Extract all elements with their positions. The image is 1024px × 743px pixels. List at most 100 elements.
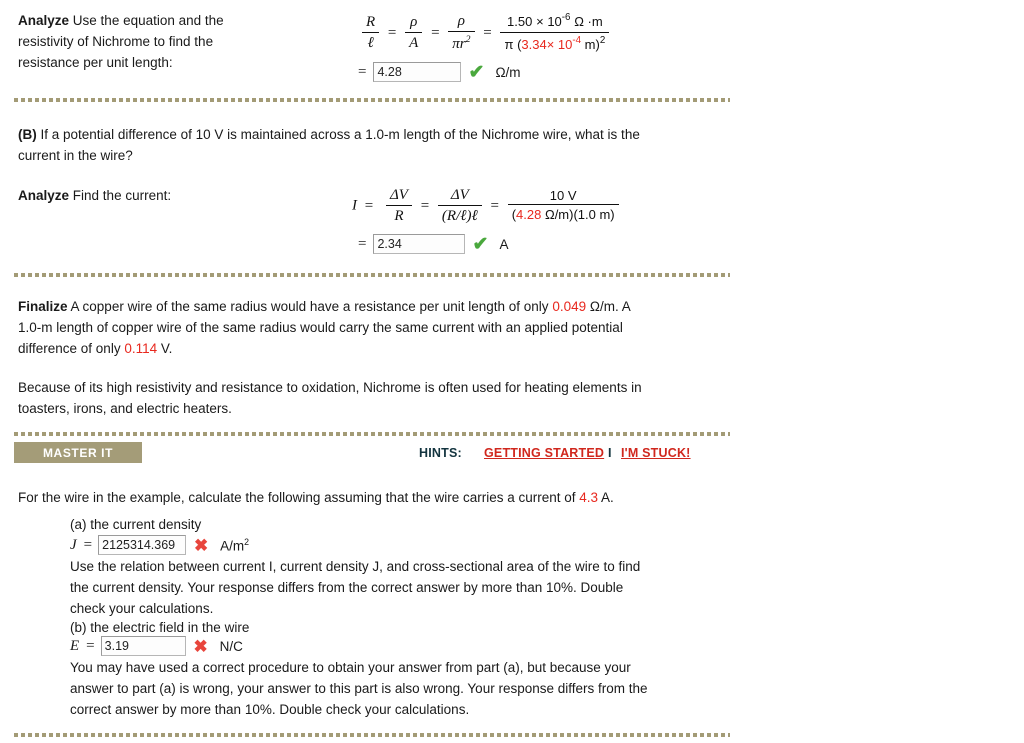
equals-sign-3: = bbox=[483, 24, 492, 41]
rhs-denominator-exponent: -4 bbox=[572, 35, 582, 46]
feedback-b-line1: You may have used a correct procedure to… bbox=[70, 660, 631, 675]
finalize-line3-b: V. bbox=[157, 341, 173, 356]
fraction-numeric-result: 1.50 × 10-6 Ω ·m π (3.34× 10-4 m)2 bbox=[500, 12, 610, 54]
master-part-a-answer-row: J = ✖ A/m2 bbox=[70, 535, 249, 555]
part-b-answer-equals: = bbox=[358, 235, 367, 252]
part-b-question-line1: If a potential difference of 10 V is mai… bbox=[40, 127, 640, 142]
part-b-answer-input[interactable] bbox=[373, 234, 466, 254]
master-part-a-feedback: Use the relation between current I, curr… bbox=[70, 556, 730, 619]
master-it-label: MASTER IT bbox=[42, 445, 114, 460]
rhs-denominator-radius-value: 3.34 bbox=[521, 37, 547, 52]
finalize-label: Finalize bbox=[18, 299, 68, 314]
fraction-rho-over-A: ρ A bbox=[405, 14, 423, 52]
numerator-rho-2: ρ bbox=[448, 13, 475, 32]
denominator-Rl-l: (R/ℓ)ℓ bbox=[441, 208, 478, 224]
finalize-line2: 1.0-m length of copper wire of the same … bbox=[18, 320, 623, 335]
current-density-variable: J bbox=[70, 536, 77, 553]
rhs-numerator-exponent: -6 bbox=[561, 12, 571, 23]
part-a-analyze-label: Analyze bbox=[18, 13, 70, 28]
finalize-line1-a: A copper wire of the same radius would h… bbox=[70, 299, 553, 314]
numerator-deltaV: ΔV bbox=[385, 187, 412, 206]
master-it-prompt: For the wire in the example, calculate t… bbox=[18, 487, 730, 508]
hints-label: HINTS: bbox=[419, 446, 462, 460]
electric-field-variable: E bbox=[70, 637, 80, 654]
equals-sign-b1: = bbox=[364, 197, 374, 214]
equals-sign-b2: = bbox=[420, 197, 430, 214]
finalize-paragraph: Finalize A copper wire of the same radiu… bbox=[18, 296, 730, 359]
current-density-unit: A/m2 bbox=[220, 537, 249, 554]
fraction-rho-over-pi-r2: ρ πr2 bbox=[448, 13, 475, 53]
correct-check-icon-b: ✔ bbox=[472, 233, 489, 255]
master-it-prompt-b: A. bbox=[598, 490, 614, 505]
incorrect-x-icon-a: ✖ bbox=[194, 535, 209, 555]
part-b-question: (B) If a potential difference of 10 V is… bbox=[18, 124, 730, 166]
current-density-input[interactable] bbox=[98, 535, 187, 555]
numerator-deltaV-2: ΔV bbox=[437, 187, 482, 206]
finalize-para2-line2: toasters, irons, and electric heaters. bbox=[18, 401, 232, 416]
denominator-R: R bbox=[394, 208, 404, 224]
part-a-answer-input[interactable] bbox=[373, 62, 462, 82]
master-it-prompt-a: For the wire in the example, calculate t… bbox=[18, 490, 580, 505]
rhs-numerator-voltage: 10 V bbox=[507, 188, 619, 205]
feedback-a-line3: check your calculations. bbox=[70, 601, 214, 616]
hints-separator: I bbox=[608, 446, 612, 460]
rhs-numerator-mantissa: 1.50 bbox=[507, 14, 533, 29]
master-part-b-equals: = bbox=[86, 637, 95, 654]
denominator-exponent: 2 bbox=[465, 34, 471, 45]
fraction-numeric-current: 10 V (4.28 Ω/m)(1.0 m) bbox=[507, 188, 619, 224]
part-b-answer-unit: A bbox=[499, 236, 509, 252]
given-current-value: 4.3 bbox=[579, 490, 599, 505]
part-b-analyze-label: Analyze bbox=[18, 188, 70, 203]
electric-field-unit: N/C bbox=[219, 638, 243, 654]
electric-field-input[interactable] bbox=[100, 636, 186, 656]
equals-sign-1: = bbox=[387, 24, 397, 41]
rhs-denominator-pi: π ( bbox=[504, 37, 522, 52]
getting-started-link[interactable]: GETTING STARTED bbox=[484, 446, 604, 460]
part-a-analyze-line3: resistance per unit length: bbox=[18, 55, 173, 70]
divider-1 bbox=[14, 98, 730, 102]
numerator-rho: ρ bbox=[405, 14, 423, 33]
part-b-answer-row: = ✔ A bbox=[358, 234, 508, 254]
rhs-numerator-times: × 10 bbox=[536, 14, 562, 29]
finalize-line3-a: difference of only bbox=[18, 341, 125, 356]
fraction-deltaV-over-Rl-l: ΔV (R/ℓ)ℓ bbox=[437, 187, 482, 225]
denominator-A: A bbox=[409, 35, 419, 51]
part-b-question-line2: current in the wire? bbox=[18, 148, 133, 163]
rhs-denominator-tail: m) bbox=[581, 37, 600, 52]
equals-sign-b3: = bbox=[490, 197, 499, 214]
copper-resistance-value: 0.049 bbox=[552, 299, 587, 314]
part-a-answer-equals: = bbox=[358, 63, 367, 80]
part-a-answer-unit: Ω/m bbox=[495, 64, 521, 80]
equals-sign-2: = bbox=[431, 24, 440, 41]
finalize-line1-b: Ω/m. A bbox=[586, 299, 631, 314]
master-part-a-equals: = bbox=[83, 536, 93, 553]
current-density-unit-text: A/m bbox=[220, 538, 245, 554]
feedback-a-line1: Use the relation between current I, curr… bbox=[70, 559, 641, 574]
feedback-b-line2: answer to part (a) is wrong, your answer… bbox=[70, 681, 648, 696]
part-b-label: (B) bbox=[18, 127, 37, 142]
correct-check-icon: ✔ bbox=[468, 61, 485, 83]
part-a-answer-row: = ✔ Ω/m bbox=[358, 62, 521, 82]
master-part-b-answer-row: E = ✖ N/C bbox=[70, 636, 243, 656]
denominator-pi-r: πr bbox=[452, 36, 466, 52]
exercise-page: Analyze Use the equation and the resisti… bbox=[0, 0, 1024, 743]
current-density-unit-exponent: 2 bbox=[244, 536, 250, 547]
master-part-b-label: (b) the electric field in the wire bbox=[70, 620, 250, 635]
im-stuck-link[interactable]: I'M STUCK! bbox=[621, 446, 691, 460]
master-it-banner: MASTER IT bbox=[14, 442, 142, 463]
part-a-analyze-line1: Use the equation and the bbox=[72, 13, 224, 28]
finalize-para2-line1: Because of its high resistivity and resi… bbox=[18, 380, 642, 395]
master-part-a-label: (a) the current density bbox=[70, 517, 202, 532]
fraction-deltaV-over-R: ΔV R bbox=[385, 187, 412, 225]
fraction-R-over-l: R ℓ bbox=[362, 14, 380, 52]
numerator-R: R bbox=[362, 14, 380, 33]
rhs-denominator-times: × 10 bbox=[546, 37, 573, 52]
rhs-den-resistance-value: 4.28 bbox=[516, 207, 542, 222]
copper-voltage-value: 0.114 bbox=[124, 341, 158, 356]
part-a-analyze-line2: resistivity of Nichrome to find the bbox=[18, 34, 214, 49]
part-b-analyze-paragraph: Analyze Find the current: bbox=[18, 185, 171, 206]
finalize-second-paragraph: Because of its high resistivity and resi… bbox=[18, 377, 730, 419]
part-b-equation: I = ΔV R = ΔV (R/ℓ)ℓ = 10 V (4.28 Ω/m)(1… bbox=[352, 187, 624, 225]
incorrect-x-icon-b: ✖ bbox=[193, 636, 208, 656]
feedback-b-line3: correct answer by more than 10%. Double … bbox=[70, 702, 470, 717]
